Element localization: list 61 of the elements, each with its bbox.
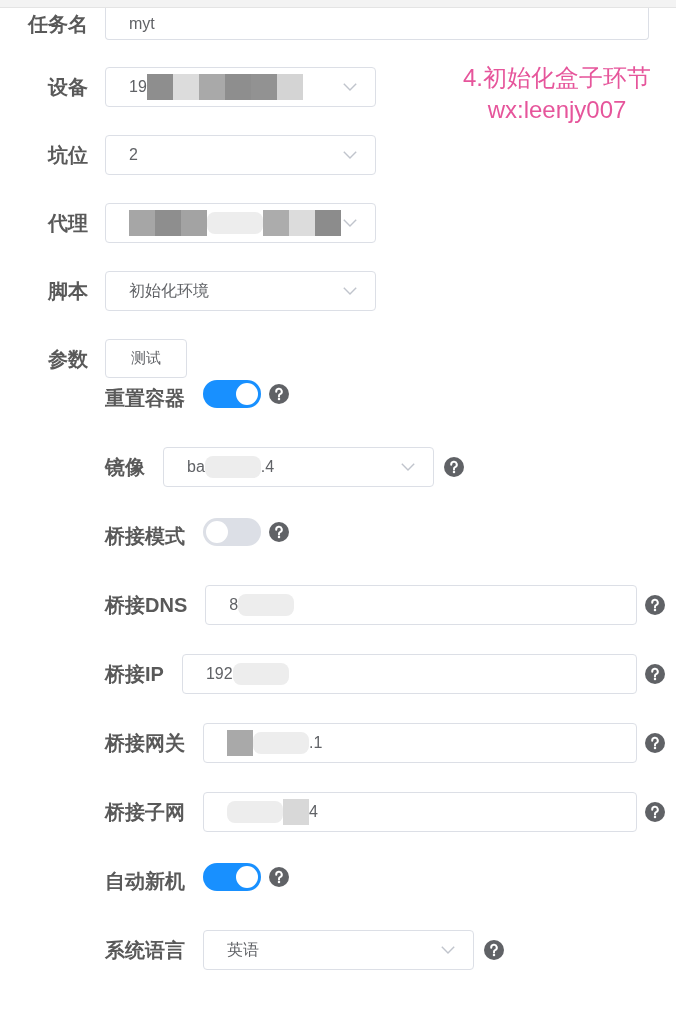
field-label: 脚本 — [48, 279, 88, 303]
select-field[interactable]: 19 — [105, 67, 376, 107]
field-label: 桥接模式 — [105, 524, 185, 548]
annotation-text: wx:leenjy007 — [487, 95, 627, 125]
field-label: 桥接IP — [105, 662, 164, 686]
field-label: 坑位 — [48, 143, 88, 167]
chevron-down-icon — [441, 946, 455, 954]
chevron-down-icon — [343, 151, 357, 159]
help-icon[interactable] — [484, 940, 504, 960]
value-text: 8 — [229, 596, 239, 614]
blurred-area — [253, 732, 309, 754]
field-label: 系统语言 — [105, 938, 185, 962]
field-label: 参数 — [48, 346, 88, 371]
value-text: 初始化环境 — [129, 280, 209, 301]
help-icon[interactable] — [269, 866, 289, 887]
select-field[interactable]: 初始化环境 — [105, 271, 376, 311]
value-text: 2 — [129, 146, 138, 164]
value-text: .1 — [309, 734, 323, 752]
help-icon[interactable] — [269, 383, 289, 404]
help-icon[interactable] — [645, 802, 665, 822]
field-label: 任务名 — [28, 12, 88, 36]
help-icon[interactable] — [444, 457, 464, 477]
field-label: 桥接网关 — [105, 731, 185, 755]
text-input[interactable]: .1 — [203, 723, 637, 763]
select-field[interactable] — [105, 203, 376, 243]
toggle-switch[interactable] — [203, 517, 261, 546]
help-icon[interactable] — [645, 664, 665, 684]
help-icon[interactable] — [269, 521, 289, 542]
text-input[interactable]: 192 — [181, 654, 637, 694]
field-label: 桥接DNS — [105, 593, 188, 617]
chevron-down-icon — [343, 219, 357, 227]
field-label: 设备 — [48, 75, 88, 99]
blurred-area — [227, 801, 283, 823]
field-label: 镜像 — [105, 455, 145, 479]
test-button[interactable]: 测试 — [105, 339, 187, 378]
chevron-down-icon — [343, 287, 357, 295]
select-field[interactable]: 2 — [105, 135, 376, 175]
select-field[interactable]: ba .4 — [163, 447, 434, 487]
help-icon[interactable] — [645, 595, 665, 615]
help-icon[interactable] — [645, 733, 665, 753]
value-text: 192 — [205, 665, 233, 683]
value-text: 4 — [309, 803, 318, 821]
annotation-text: 4.初始化盒子环节 — [463, 63, 651, 93]
field-label: 重置容器 — [105, 386, 185, 410]
value-text: ba — [187, 458, 205, 476]
value-text: myt — [129, 14, 155, 33]
value-text: 英语 — [227, 939, 259, 960]
text-input[interactable]: 4 — [203, 792, 637, 832]
blurred-area — [207, 212, 263, 234]
field-label: 桥接子网 — [105, 800, 185, 824]
chevron-down-icon — [343, 83, 357, 91]
value-text: .4 — [260, 458, 275, 476]
text-input[interactable]: 8 — [205, 585, 637, 625]
value-text: 19 — [129, 78, 147, 96]
select-field[interactable]: 英语 — [203, 930, 474, 970]
toggle-switch[interactable] — [203, 379, 261, 408]
text-input[interactable]: myt — [105, 8, 649, 40]
chevron-down-icon — [401, 463, 415, 471]
field-label: 代理 — [48, 211, 88, 235]
field-label: 自动新机 — [105, 869, 185, 893]
toggle-switch[interactable] — [203, 862, 261, 891]
